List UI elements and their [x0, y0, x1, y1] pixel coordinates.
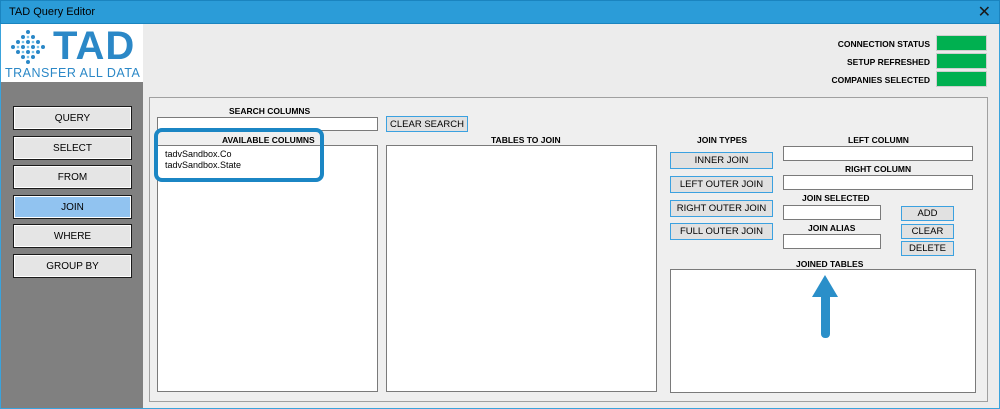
- window-titlebar: TAD Query Editor ✕: [0, 0, 1000, 24]
- left-column-field[interactable]: [783, 146, 973, 161]
- full-outer-join-button[interactable]: FULL OUTER JOIN: [670, 223, 773, 240]
- delete-button[interactable]: DELETE: [901, 241, 954, 256]
- tables-to-join-label: TABLES TO JOIN: [491, 135, 561, 145]
- companies-selected-indicator: [936, 71, 987, 87]
- join-alias-field[interactable]: [783, 234, 881, 249]
- nav-select-button[interactable]: SELECT: [13, 136, 132, 160]
- inner-join-button[interactable]: INNER JOIN: [670, 152, 773, 169]
- setup-refreshed-indicator: [936, 53, 987, 69]
- left-outer-join-button[interactable]: LEFT OUTER JOIN: [670, 176, 773, 193]
- right-outer-join-button[interactable]: RIGHT OUTER JOIN: [670, 200, 773, 217]
- join-selected-label: JOIN SELECTED: [802, 193, 870, 203]
- connection-status-label: CONNECTION STATUS: [837, 39, 930, 49]
- right-column-field[interactable]: [783, 175, 973, 190]
- window-title: TAD Query Editor: [9, 6, 95, 18]
- available-columns-highlight: [154, 128, 324, 182]
- join-alias-label: JOIN ALIAS: [808, 223, 856, 233]
- nav-join-button[interactable]: JOIN: [13, 195, 132, 219]
- right-column-label: RIGHT COLUMN: [845, 164, 912, 174]
- nav-query-button[interactable]: QUERY: [13, 106, 132, 130]
- logo-diamond-icon: [11, 30, 45, 64]
- tables-to-join-list[interactable]: [386, 145, 657, 392]
- clear-search-button[interactable]: CLEAR SEARCH: [386, 116, 468, 132]
- tad-logo: TAD TRANSFER ALL DATA: [1, 24, 143, 82]
- join-selected-field[interactable]: [783, 205, 881, 220]
- nav-group-by-button[interactable]: GROUP BY: [13, 254, 132, 278]
- arrow-shaft: [821, 290, 830, 338]
- nav-where-button[interactable]: WHERE: [13, 224, 132, 248]
- clear-button[interactable]: CLEAR: [901, 224, 954, 239]
- logo-brand: TAD: [53, 24, 136, 68]
- add-button[interactable]: ADD: [901, 206, 954, 221]
- close-icon[interactable]: ✕: [978, 2, 991, 22]
- nav-from-button[interactable]: FROM: [13, 165, 132, 189]
- join-types-label: JOIN TYPES: [697, 135, 748, 145]
- search-columns-label: SEARCH COLUMNS: [229, 106, 311, 116]
- joined-tables-label: JOINED TABLES: [796, 259, 864, 269]
- available-columns-list[interactable]: tadvSandbox.Co tadvSandbox.State: [157, 145, 378, 392]
- setup-refreshed-label: SETUP REFRESHED: [847, 57, 930, 67]
- logo-tagline: TRANSFER ALL DATA: [5, 66, 141, 80]
- companies-selected-label: COMPANIES SELECTED: [831, 75, 930, 85]
- connection-status-indicator: [936, 35, 987, 51]
- left-column-label: LEFT COLUMN: [848, 135, 909, 145]
